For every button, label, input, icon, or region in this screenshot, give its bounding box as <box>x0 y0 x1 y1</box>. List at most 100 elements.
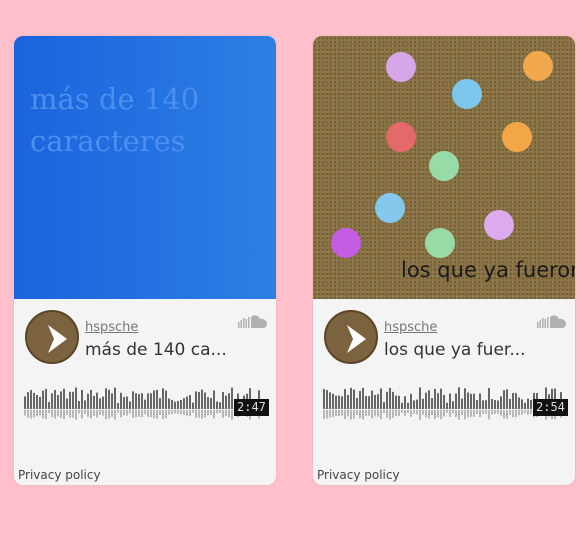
track-artwork[interactable]: los que ya fueron <box>313 36 575 299</box>
waveform-reflection <box>150 410 152 418</box>
waveform-bar <box>228 393 230 409</box>
waveform-bar <box>102 396 104 409</box>
play-button[interactable] <box>324 310 378 364</box>
waveform-reflection <box>413 410 415 414</box>
waveform-reflection <box>204 410 206 418</box>
waveform-bar <box>371 390 373 409</box>
waveform-bar <box>455 393 457 409</box>
track-artwork[interactable]: más de 140 caracteres <box>14 36 276 299</box>
waveform-bar <box>99 398 101 409</box>
waveform-reflection <box>518 410 520 416</box>
waveform-reflection <box>138 410 140 417</box>
waveform-bar <box>449 393 451 409</box>
waveform-reflection <box>195 410 197 418</box>
waveform-bar <box>497 400 499 409</box>
waveform-reflection <box>365 410 367 416</box>
waveform-reflection <box>323 410 325 419</box>
waveform-bar <box>198 391 200 409</box>
decorative-dot <box>331 228 361 258</box>
waveform-reflection <box>159 410 161 415</box>
waveform-reflection <box>90 410 92 419</box>
waveform-bar <box>335 395 337 409</box>
waveform-bar <box>153 390 155 409</box>
track-title[interactable]: más de 140 ca... <box>85 340 235 360</box>
duration-label: 2:54 <box>533 399 568 416</box>
uploader-link[interactable]: hspsche <box>85 320 138 335</box>
track-title[interactable]: los que ya fuer... <box>384 340 534 360</box>
waveform-reflection <box>153 410 155 419</box>
play-icon <box>48 325 67 353</box>
waveform-bar <box>78 401 80 409</box>
waveform-bar <box>437 393 439 409</box>
waveform-reflection <box>165 410 167 419</box>
waveform-reflection <box>488 410 490 420</box>
waveform-bar <box>347 394 349 409</box>
waveform-bar <box>201 389 203 409</box>
waveform-bar <box>45 388 47 409</box>
decorative-dot <box>386 122 416 152</box>
decorative-dot <box>429 151 459 181</box>
waveform-reflection <box>60 410 62 418</box>
waveform-bar <box>36 395 38 409</box>
waveform-reflection <box>371 410 373 419</box>
soundcloud-icon[interactable] <box>537 314 567 330</box>
waveform-reflection <box>386 410 388 418</box>
waveform-reflection <box>51 410 53 418</box>
waveform[interactable] <box>24 379 266 431</box>
waveform-reflection <box>45 410 47 420</box>
waveform-bar <box>353 389 355 409</box>
waveform-bar <box>356 398 358 409</box>
waveform-bar <box>75 387 77 409</box>
waveform-bar <box>425 392 427 409</box>
waveform-reflection <box>156 410 158 419</box>
waveform-bar <box>93 395 95 409</box>
waveform-bar <box>491 399 493 409</box>
waveform-bar <box>506 389 508 409</box>
waveform[interactable] <box>323 379 565 431</box>
waveform-bar <box>503 390 505 409</box>
waveform-bar <box>60 391 62 409</box>
waveform-reflection <box>48 410 50 414</box>
waveform-reflection <box>341 410 343 416</box>
waveform-reflection <box>24 410 26 416</box>
waveform-reflection <box>66 410 68 415</box>
waveform-bar <box>476 399 478 409</box>
waveform-reflection <box>530 410 532 415</box>
waveform-bar <box>338 395 340 409</box>
privacy-policy-link[interactable]: Privacy policy <box>317 468 400 482</box>
waveform-bar <box>389 387 391 409</box>
waveform-bar <box>383 402 385 409</box>
waveform-reflection <box>455 410 457 417</box>
waveform-reflection <box>87 410 89 417</box>
privacy-policy-link[interactable]: Privacy policy <box>18 468 101 482</box>
waveform-bar <box>440 388 442 409</box>
soundcloud-widget: más de 140 caracteres hspsche más de 140… <box>14 36 276 485</box>
waveform-reflection <box>192 410 194 413</box>
soundcloud-icon[interactable] <box>238 314 268 330</box>
waveform-bar <box>144 399 146 409</box>
waveform-reflection <box>356 410 358 415</box>
waveform-bar <box>63 388 65 409</box>
waveform-bar <box>326 390 328 409</box>
waveform-reflection <box>434 410 436 420</box>
waveform-reflection <box>135 410 137 418</box>
waveform-bar <box>374 395 376 409</box>
uploader-link[interactable]: hspsche <box>384 320 437 335</box>
waveform-bar <box>42 390 44 409</box>
waveform-reflection <box>329 410 331 418</box>
play-button[interactable] <box>25 310 79 364</box>
waveform-bar <box>368 396 370 409</box>
waveform-reflection <box>353 410 355 419</box>
waveform-bar <box>428 390 430 409</box>
waveform-bar <box>210 397 212 409</box>
waveform-bar <box>48 401 50 409</box>
waveform-reflection <box>437 410 439 418</box>
waveform-bar <box>470 393 472 409</box>
waveform-bar <box>479 393 481 409</box>
waveform-reflection <box>374 410 376 417</box>
waveform-bar <box>359 390 361 409</box>
waveform-reflection <box>210 410 212 415</box>
waveform-reflection <box>36 410 38 417</box>
waveform-bar <box>458 387 460 409</box>
waveform-reflection <box>63 410 65 420</box>
